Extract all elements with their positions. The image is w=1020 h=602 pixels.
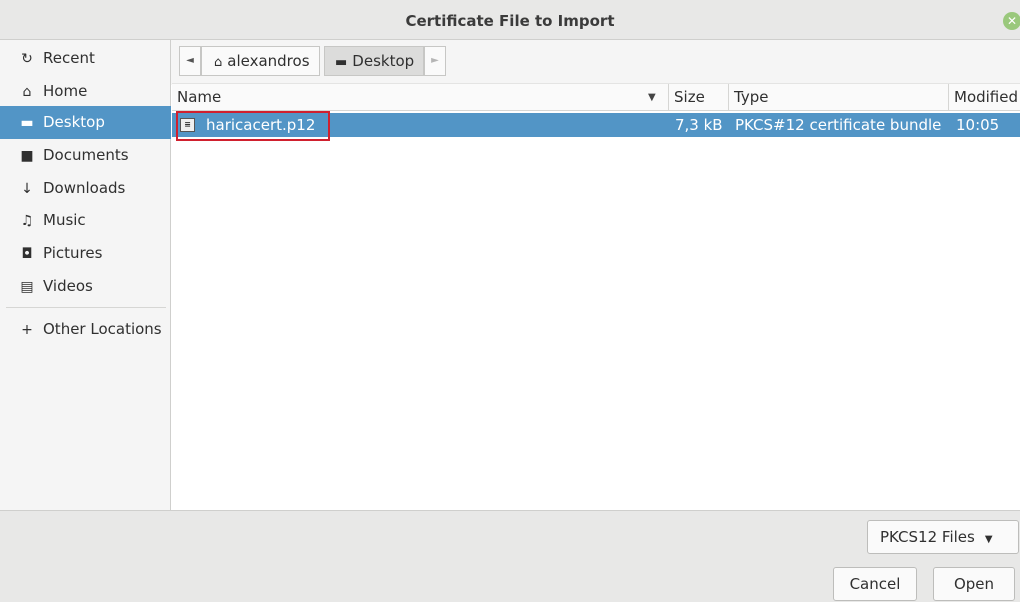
close-icon[interactable]: ✕	[1003, 12, 1020, 30]
column-name[interactable]: Name	[172, 84, 666, 111]
desktop-icon: ▬	[335, 55, 348, 70]
document-icon: ■	[20, 148, 34, 164]
sidebar-item-other-locations[interactable]: + Other Locations	[0, 313, 171, 346]
path-back-button[interactable]: ◄	[179, 46, 201, 76]
sidebar-item-label: Pictures	[43, 244, 103, 262]
film-icon: ▤	[20, 279, 34, 295]
column-modified[interactable]: Modified	[948, 84, 1020, 111]
desktop-icon: ▬	[20, 115, 34, 131]
music-icon: ♫	[20, 213, 34, 229]
sidebar-item-desktop[interactable]: ▬ Desktop	[0, 106, 171, 139]
certificate-file-icon: ≡	[180, 118, 195, 132]
sidebar-item-label: Downloads	[43, 179, 126, 197]
chevron-right-icon: ►	[431, 55, 439, 66]
file-list-header: Name ▼ Size Type Modified	[172, 83, 1020, 111]
path-crumb-home[interactable]: ⌂ alexandros	[201, 46, 320, 76]
filter-label: PKCS12 Files	[880, 528, 975, 546]
sidebar-item-label: Music	[43, 211, 86, 229]
sidebar-item-pictures[interactable]: ◘ Pictures	[0, 237, 171, 270]
sidebar-divider	[6, 307, 166, 308]
file-type-filter-dropdown[interactable]: PKCS12 Files ▼	[867, 520, 1019, 554]
path-crumb-label: Desktop	[352, 52, 415, 70]
sidebar-item-music[interactable]: ♫ Music	[0, 204, 171, 237]
file-size: 7,3 kB	[675, 116, 723, 134]
path-forward-button[interactable]: ►	[424, 46, 446, 76]
sort-descending-icon[interactable]: ▼	[648, 84, 656, 111]
sidebar-item-recent[interactable]: ↻ Recent	[0, 42, 171, 75]
path-crumb-label: alexandros	[227, 52, 310, 70]
title-bar: Certificate File to Import ✕	[0, 0, 1020, 40]
chevron-down-icon: ▼	[984, 534, 993, 545]
home-icon: ⌂	[22, 84, 32, 100]
file-name: haricacert.p12	[206, 116, 316, 134]
file-modified: 10:05	[956, 116, 1000, 134]
camera-icon: ◘	[21, 246, 33, 262]
file-row-selected[interactable]: ≡ haricacert.p12 7,3 kB PKCS#12 certific…	[172, 113, 1020, 137]
clock-icon: ↻	[21, 51, 33, 67]
sidebar-item-videos[interactable]: ▤ Videos	[0, 270, 171, 303]
column-size[interactable]: Size	[668, 84, 726, 111]
path-crumb-desktop[interactable]: ▬ Desktop	[324, 46, 424, 76]
file-type: PKCS#12 certificate bundle	[735, 116, 942, 134]
dialog-action-area: PKCS12 Files ▼ Cancel Open	[0, 510, 1020, 602]
sidebar-item-label: Documents	[43, 146, 129, 164]
places-sidebar: ↻ Recent ⌂ Home ▬ Desktop ■ Documents ↓ Downl…	[0, 40, 171, 510]
plus-icon: +	[21, 322, 33, 338]
sidebar-item-downloads[interactable]: ↓ Downloads	[0, 172, 171, 205]
home-icon: ⌂	[214, 55, 223, 70]
open-button[interactable]: Open	[933, 567, 1015, 601]
sidebar-item-home[interactable]: ⌂ Home	[0, 75, 171, 108]
dialog-title: Certificate File to Import	[405, 12, 615, 30]
column-type[interactable]: Type	[728, 84, 946, 111]
sidebar-item-label: Home	[43, 82, 88, 100]
sidebar-item-label: Other Locations	[43, 320, 162, 338]
path-bar: ◄ ⌂ alexandros ▬ Desktop ►	[171, 40, 1020, 85]
sidebar-item-label: Recent	[43, 49, 95, 67]
sidebar-item-documents[interactable]: ■ Documents	[0, 139, 171, 172]
sidebar-item-label: Desktop	[43, 113, 105, 131]
sidebar-item-label: Videos	[43, 277, 93, 295]
cancel-button[interactable]: Cancel	[833, 567, 917, 601]
download-icon: ↓	[21, 181, 33, 197]
file-list: ≡ haricacert.p12 7,3 kB PKCS#12 certific…	[172, 111, 1020, 510]
chevron-left-icon: ◄	[186, 55, 194, 66]
